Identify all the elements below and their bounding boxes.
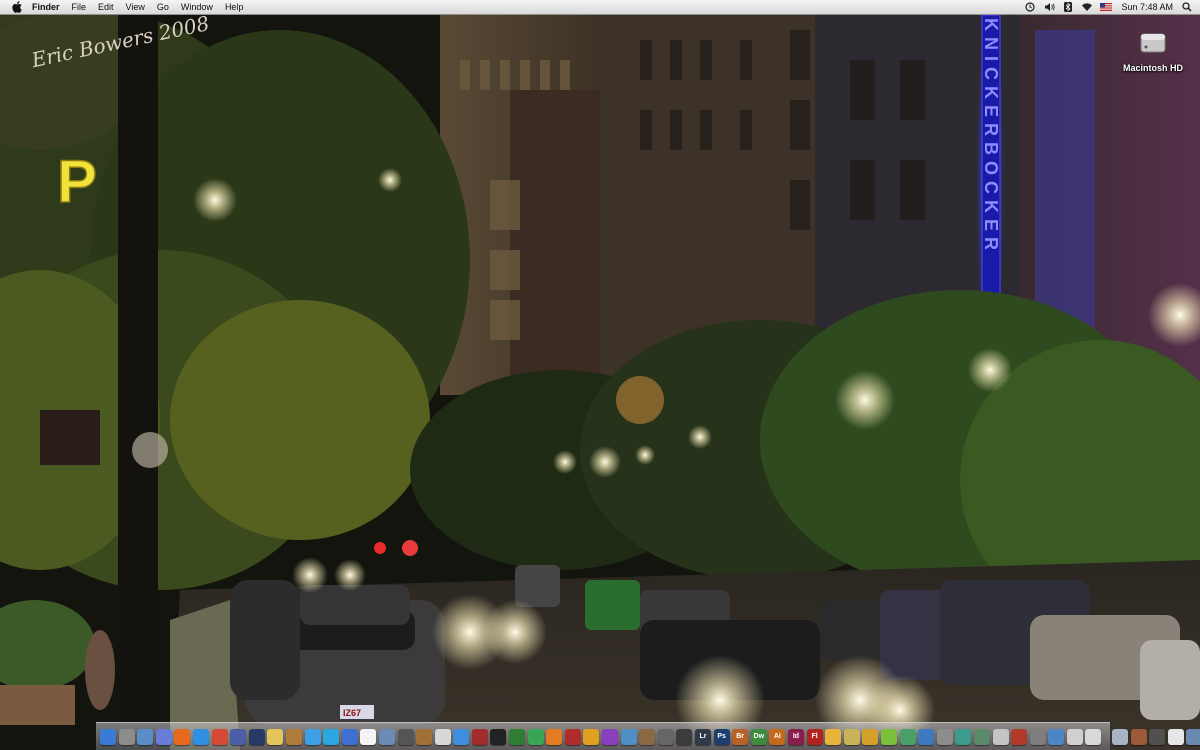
textedit-icon[interactable] — [434, 728, 451, 745]
menu-clock[interactable]: Sun 7:48 AM — [1121, 0, 1173, 14]
scripts-icon[interactable] — [1029, 728, 1046, 745]
bookmarks-icon[interactable] — [639, 728, 656, 745]
imovie-icon[interactable] — [397, 728, 414, 745]
garageband-icon[interactable] — [416, 728, 433, 745]
airport-icon[interactable] — [955, 728, 972, 745]
itunes-icon[interactable] — [155, 728, 172, 745]
indesign-icon[interactable]: Id — [787, 728, 804, 745]
terminal-icon[interactable] — [490, 728, 507, 745]
folder-icon[interactable] — [1112, 728, 1129, 745]
menu-finder[interactable]: Finder — [32, 0, 60, 14]
apple-icon[interactable] — [12, 1, 22, 13]
flag-icon[interactable] — [1100, 2, 1113, 12]
dock: Lr Ps Br Dw Ai Id Fl — [96, 722, 1200, 750]
desktop-icon-label: Macintosh HD — [1122, 63, 1183, 73]
app-store-icon[interactable] — [453, 728, 470, 745]
spotlight-icon[interactable] — [1085, 728, 1102, 745]
preview-icon[interactable] — [137, 728, 154, 745]
utility-icon[interactable] — [527, 728, 544, 745]
status-area: Sun 7:48 AM — [1017, 0, 1192, 14]
stack-icon[interactable] — [992, 728, 1009, 745]
license-plate: IZ67 — [343, 708, 361, 718]
illustrator-icon[interactable]: Ai — [769, 728, 786, 745]
activity-monitor-icon[interactable] — [509, 728, 526, 745]
emoji-icon[interactable] — [825, 728, 842, 745]
spotlight-search-icon[interactable] — [1182, 2, 1192, 12]
wifi-icon[interactable] — [1081, 2, 1093, 12]
menu-window[interactable]: Window — [181, 0, 213, 14]
filezilla-icon[interactable] — [564, 728, 581, 745]
notes-icon[interactable] — [267, 728, 284, 745]
finder-icon[interactable] — [100, 728, 116, 745]
lightroom-icon[interactable]: Lr — [695, 728, 711, 745]
image-file-icon[interactable] — [1130, 728, 1147, 745]
address-book-icon[interactable] — [285, 728, 302, 745]
menu-edit[interactable]: Edit — [98, 0, 114, 14]
settings-icon[interactable] — [843, 728, 860, 745]
aperture-icon[interactable] — [676, 728, 693, 745]
flash-icon[interactable]: Fl — [806, 728, 823, 745]
downloads-icon[interactable] — [1048, 728, 1065, 745]
time-machine-icon[interactable] — [1024, 2, 1036, 12]
adium-icon[interactable] — [880, 728, 897, 745]
menu-help[interactable]: Help — [225, 0, 244, 14]
camera-icon[interactable] — [657, 728, 674, 745]
iphoto-icon[interactable] — [378, 728, 395, 745]
volume-icon[interactable] — [1043, 2, 1055, 12]
calendar-icon[interactable] — [360, 728, 377, 745]
bridge-icon[interactable]: Br — [732, 728, 749, 745]
vlc-icon[interactable] — [546, 728, 563, 745]
maps-icon[interactable] — [620, 728, 637, 745]
menu-bar: Finder File Edit View Go Window Help Sun… — [0, 0, 1200, 15]
chrome-icon[interactable] — [211, 728, 228, 745]
globe-icon[interactable] — [918, 728, 935, 745]
compass-icon[interactable] — [973, 728, 990, 745]
photo-booth-icon[interactable] — [471, 728, 488, 745]
hard-drive-icon — [1140, 33, 1166, 53]
documents-icon[interactable] — [1066, 728, 1083, 745]
photoshop-icon[interactable]: Ps — [713, 728, 730, 745]
sync-icon[interactable] — [899, 728, 916, 745]
dreamweaver-icon[interactable]: Dw — [750, 728, 767, 745]
bluetooth-icon[interactable] — [1062, 2, 1074, 12]
document-file-icon[interactable] — [1167, 728, 1184, 745]
itunes-alt-icon[interactable] — [341, 728, 358, 745]
disk-utility-icon[interactable] — [936, 728, 953, 745]
firefox-icon[interactable] — [174, 728, 191, 745]
menu-go[interactable]: Go — [157, 0, 169, 14]
network-icon[interactable] — [230, 728, 247, 745]
arrows-icon[interactable] — [1011, 728, 1028, 745]
desktop-wallpaper: Eric Bowers 2008 P KNICKERBOCKER IZ67 — [0, 0, 1200, 750]
parking-sign: P — [57, 148, 97, 215]
transmit-icon[interactable] — [583, 728, 600, 745]
dashboard-icon[interactable] — [248, 728, 265, 745]
skype-icon[interactable] — [323, 728, 340, 745]
widget-icon[interactable] — [602, 728, 619, 745]
system-preferences-icon[interactable] — [118, 728, 135, 745]
star-icon[interactable] — [862, 728, 879, 745]
menu-view[interactable]: View — [126, 0, 145, 14]
applications-folder-icon[interactable] — [1186, 728, 1200, 745]
desktop-icon-macintosh-hd[interactable]: Macintosh HD — [1118, 28, 1188, 73]
menu-file[interactable]: File — [72, 0, 87, 14]
neon-sign: KNICKERBOCKER — [981, 18, 1001, 256]
movie-file-icon[interactable] — [1149, 728, 1166, 745]
ichat-icon[interactable] — [304, 728, 321, 745]
safari-icon[interactable] — [192, 728, 209, 745]
